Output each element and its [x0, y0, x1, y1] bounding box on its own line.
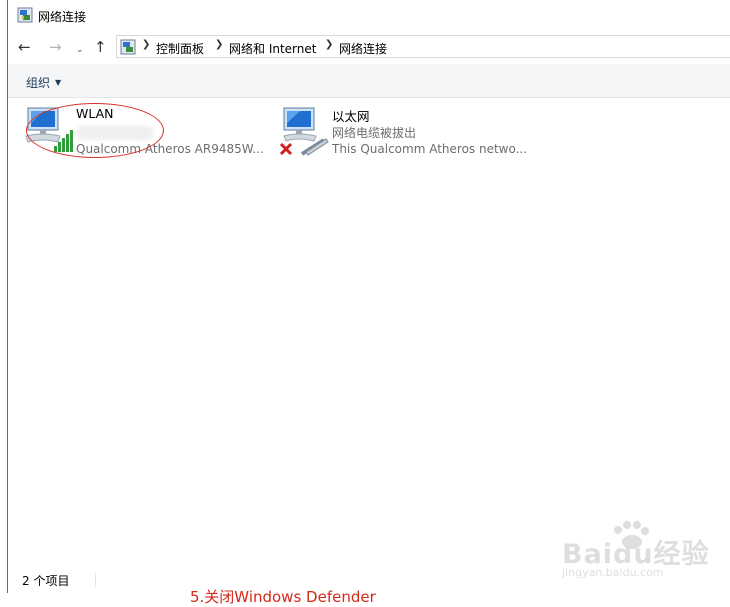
status-divider — [95, 573, 96, 587]
navigation-bar: ← → ⌄ ↑ ❯ 控制面板 ❯ 网络和 Internet ❯ 网络连接 — [8, 31, 730, 64]
organize-label: 组织 — [26, 76, 51, 90]
highlight-annotation-ring — [26, 103, 164, 158]
breadcrumb-separator-icon: ❯ — [325, 39, 334, 50]
forward-button[interactable]: → — [49, 39, 62, 55]
item-count: 2 个项目 — [22, 574, 70, 588]
breadcrumb-separator-icon: ❯ — [215, 39, 224, 50]
network-connections-icon — [17, 7, 33, 23]
explorer-window: 网络连接 ← → ⌄ ↑ ❯ 控制面板 ❯ 网络和 Internet ❯ 网络连… — [7, 0, 730, 593]
window-title: 网络连接 — [38, 10, 87, 24]
organize-menu-button[interactable]: 组织 ▼ — [26, 74, 61, 91]
connection-name: 以太网 — [332, 109, 370, 124]
up-button[interactable]: ↑ — [94, 39, 107, 55]
breadcrumb-network-internet[interactable]: 网络和 Internet — [229, 40, 316, 57]
connection-status: 网络电缆被拔出 — [332, 126, 417, 140]
command-bar: 组织 ▼ — [8, 64, 730, 98]
title-bar[interactable]: 网络连接 — [8, 0, 730, 31]
breadcrumb-network-connections[interactable]: 网络连接 — [339, 40, 387, 57]
baidu-jingyan-watermark: Baidu经验 jingyan.baidu.com — [558, 520, 718, 582]
breadcrumb-separator-icon: ❯ — [142, 39, 151, 50]
ethernet-disconnected-icon — [279, 107, 329, 156]
watermark-url: jingyan.baidu.com — [562, 566, 664, 579]
breadcrumb-control-panel[interactable]: 控制面板 — [156, 40, 204, 57]
tutorial-step-caption: 5.关闭Windows Defender — [190, 588, 376, 606]
dropdown-caret-icon: ▼ — [55, 78, 62, 87]
control-panel-icon — [120, 39, 136, 55]
back-button[interactable]: ← — [18, 39, 31, 55]
address-bar[interactable]: ❯ 控制面板 ❯ 网络和 Internet ❯ 网络连接 — [116, 35, 730, 58]
recent-locations-button[interactable]: ⌄ — [76, 42, 84, 58]
connection-item-ethernet[interactable]: 以太网 网络电缆被拔出 This Qualcomm Atheros netwo.… — [278, 104, 528, 164]
connection-device: This Qualcomm Atheros netwo... — [332, 142, 528, 156]
